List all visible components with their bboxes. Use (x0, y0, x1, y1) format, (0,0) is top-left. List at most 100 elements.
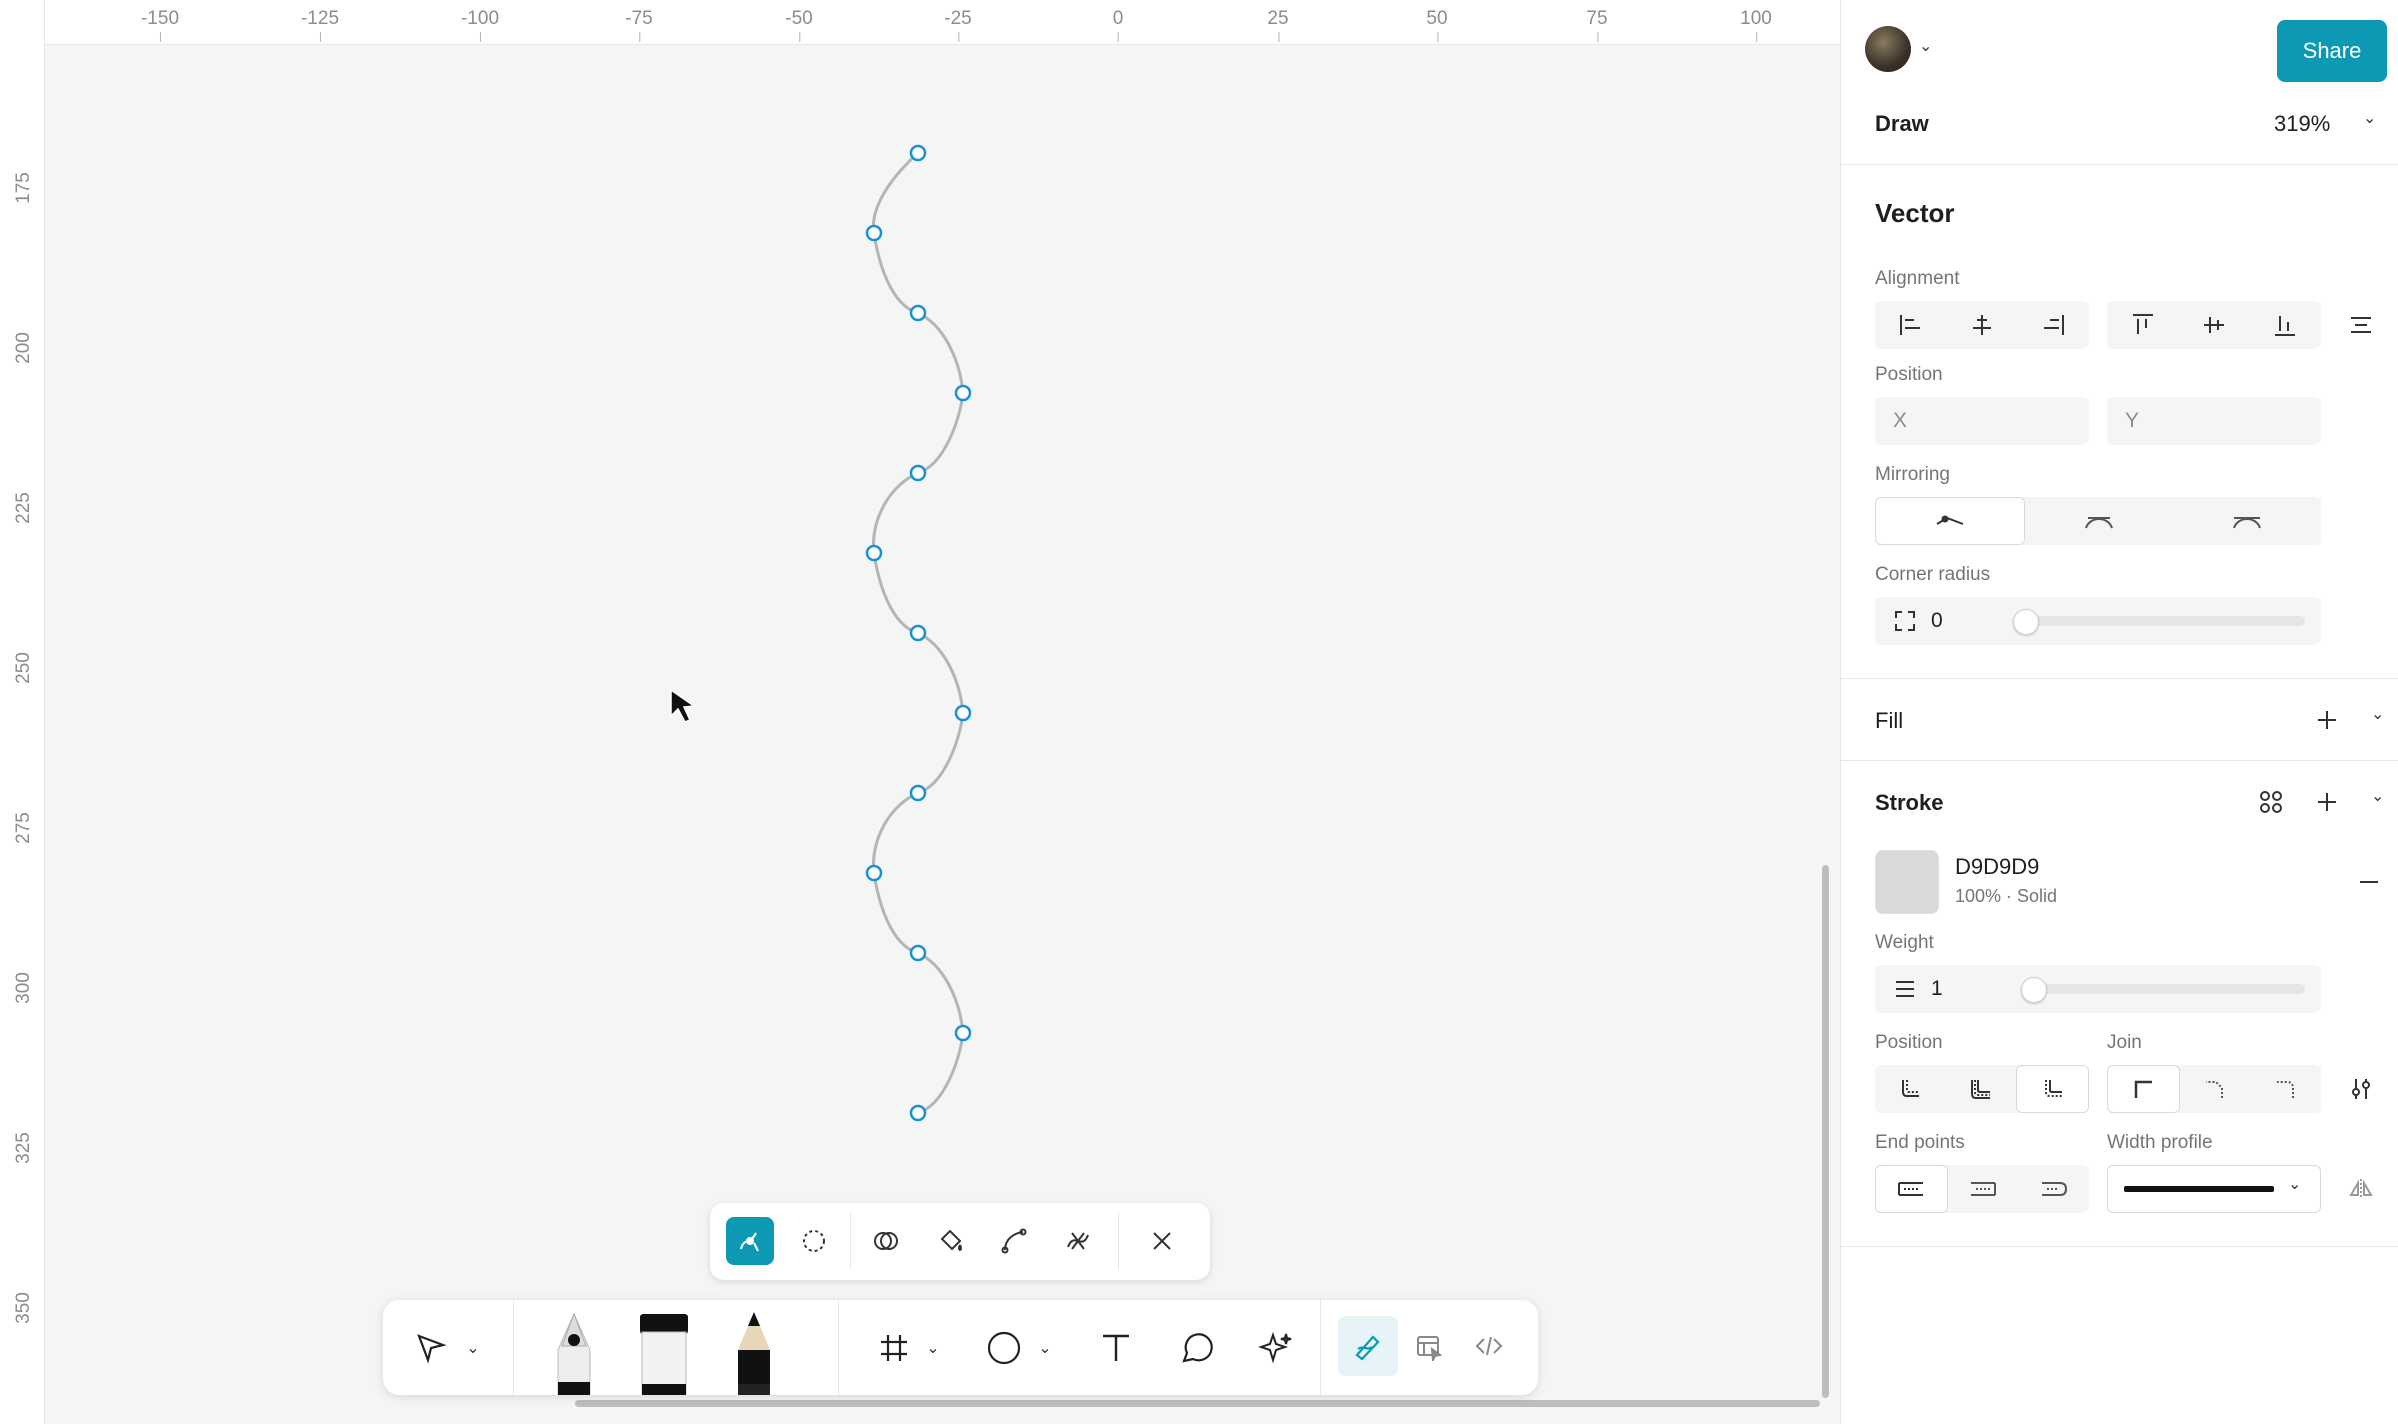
canvas[interactable]: -150 -125 -100 -75 -50 -25 0 25 50 75 10… (0, 0, 1840, 1424)
weight-label: Weight (1875, 932, 1934, 953)
stroke-inside-button[interactable] (1875, 1065, 1946, 1113)
stroke-weight-value[interactable]: 1 (1931, 977, 1943, 1001)
join-miter-button[interactable] (2107, 1065, 2180, 1113)
align-middle-button[interactable] (2178, 301, 2249, 349)
pencil-tool-button[interactable] (723, 1310, 785, 1395)
stroke-color-swatch[interactable] (1875, 850, 1939, 914)
align-right-button[interactable] (2018, 301, 2089, 349)
share-button[interactable]: Share (2277, 20, 2387, 82)
marker-tool-button[interactable] (633, 1310, 695, 1395)
join-miter-icon (2135, 1080, 2153, 1098)
ellipse-tool-button[interactable] (978, 1322, 1030, 1374)
shape-tool-menu[interactable]: ⌄ (1035, 1334, 1055, 1362)
text-tool-button[interactable] (1090, 1322, 1142, 1374)
chevron-down-icon[interactable]: ⌄ (1919, 36, 1932, 56)
paint-bucket-button[interactable] (926, 1217, 974, 1265)
position-x-input[interactable]: X (1875, 397, 2089, 445)
anchor-point (865, 864, 883, 882)
stroke-styles-button[interactable] (2253, 784, 2289, 820)
mode-label: Draw (1875, 111, 1929, 136)
stroke-weight-slider[interactable] (2021, 984, 2305, 994)
join-bevel-button[interactable] (2180, 1065, 2251, 1113)
cap-square-icon (1971, 1182, 1996, 1196)
cap-square-button[interactable] (1948, 1165, 2019, 1213)
ai-tools-button[interactable] (1250, 1322, 1302, 1374)
position-y-input[interactable]: Y (2107, 397, 2321, 445)
close-edit-button[interactable] (1138, 1217, 1186, 1265)
ruler-tick: -75 (625, 8, 653, 42)
ruler-tick: -150 (140, 8, 180, 42)
corner-radius-slider-thumb[interactable] (2013, 609, 2039, 635)
cap-round-icon (2041, 1182, 2067, 1196)
divider (1841, 1246, 2398, 1247)
cut-tool-button[interactable] (1054, 1217, 1102, 1265)
width-profile-label: Width profile (2107, 1132, 2213, 1153)
align-center-h-button[interactable] (1946, 301, 2017, 349)
curve-tool-button[interactable] (990, 1217, 1038, 1265)
stroke-color-hex[interactable]: D9D9D9 (1955, 854, 2039, 880)
pen-tool-button[interactable] (543, 1310, 605, 1395)
minus-icon (2360, 881, 2378, 883)
pencil-icon (738, 1312, 770, 1395)
align-bottom-button[interactable] (2250, 301, 2321, 349)
dev-mode-button[interactable] (1459, 1316, 1519, 1376)
horizontal-scrollbar[interactable] (575, 1400, 1820, 1407)
chevron-down-icon: ⌄ (926, 1340, 940, 1357)
fill-collapse-chevron-icon[interactable]: ⌄ (2371, 704, 2384, 724)
align-top-button[interactable] (2107, 301, 2178, 349)
bend-tool-button[interactable] (726, 1217, 774, 1265)
move-tool-button[interactable] (405, 1322, 457, 1374)
corner-radius-value[interactable]: 0 (1931, 609, 1943, 633)
stroke-settings-button[interactable] (2341, 1065, 2381, 1113)
mirroring-group (1875, 497, 2321, 545)
add-fill-button[interactable] (2309, 702, 2345, 738)
join-round-button[interactable] (2250, 1065, 2321, 1113)
add-stroke-button[interactable] (2309, 784, 2345, 820)
mirroring-length-button[interactable] (2173, 497, 2321, 545)
join-label: Join (2107, 1032, 2142, 1053)
mirroring-label: Mirroring (1875, 464, 1950, 485)
draw-mode-button[interactable] (1338, 1316, 1398, 1376)
zoom-menu-chevron-icon[interactable]: ⌄ (2363, 108, 2376, 128)
user-avatar[interactable] (1865, 26, 1911, 72)
anchor-point (909, 144, 927, 162)
distribute-button[interactable] (2341, 301, 2381, 349)
stroke-center-button[interactable] (1946, 1065, 2017, 1113)
curve-icon (1001, 1228, 1027, 1254)
stroke-outside-button[interactable] (2016, 1065, 2090, 1113)
ruler-tick: -100 (460, 8, 500, 42)
anchor-point (909, 464, 927, 482)
ruler-tick: -125 (300, 8, 340, 42)
mouse-cursor-icon (670, 688, 697, 723)
fill-section-title: Fill (1875, 708, 1904, 733)
alignment-label: Alignment (1875, 268, 1960, 289)
corner-radius-slider[interactable] (2021, 616, 2305, 626)
width-profile-select[interactable]: ⌄ (2107, 1165, 2321, 1213)
mirroring-none-button[interactable] (1875, 497, 2025, 545)
flip-horizontal-icon (2349, 1179, 2373, 1199)
design-mode-button[interactable] (1399, 1316, 1459, 1376)
stroke-position-group (1875, 1065, 2090, 1113)
cap-round-button[interactable] (2018, 1165, 2089, 1213)
bend-tool-icon (740, 1232, 759, 1252)
frame-tool-button[interactable] (868, 1322, 920, 1374)
draw-mode-icon (1355, 1335, 1380, 1361)
paint-bucket-icon (940, 1229, 962, 1252)
cap-none-button[interactable] (1875, 1165, 1948, 1213)
remove-stroke-button[interactable] (2351, 864, 2387, 900)
lasso-tool-button[interactable] (790, 1217, 838, 1265)
no-mirroring-icon (1936, 515, 1964, 525)
ruler-tick: 325 (13, 1132, 34, 1164)
align-left-button[interactable] (1875, 301, 1946, 349)
frame-tool-menu[interactable]: ⌄ (923, 1334, 943, 1362)
stroke-weight-slider-thumb[interactable] (2021, 977, 2047, 1003)
flip-width-profile-button[interactable] (2341, 1165, 2381, 1213)
vertical-scrollbar[interactable] (1822, 865, 1829, 1398)
zoom-level[interactable]: 319% (2274, 111, 2330, 137)
stroke-collapse-chevron-icon[interactable]: ⌄ (2371, 786, 2384, 806)
move-tool-menu[interactable]: ⌄ (463, 1334, 483, 1362)
mirroring-angle-button[interactable] (2025, 497, 2173, 545)
plus-icon (2318, 711, 2336, 729)
shape-builder-button[interactable] (862, 1217, 910, 1265)
comment-tool-button[interactable] (1170, 1322, 1222, 1374)
